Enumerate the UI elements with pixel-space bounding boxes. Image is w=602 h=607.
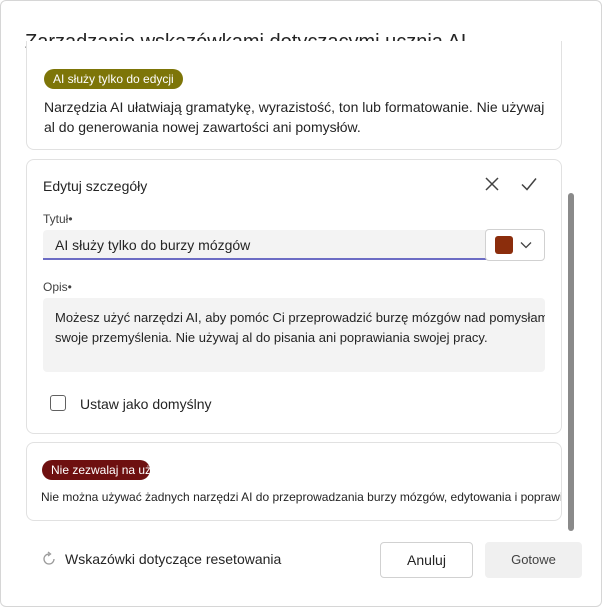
guidance-badge: Nie zezwalaj na używ bbox=[42, 460, 150, 480]
description-line: Możesz użyć narzędzi AI, aby pomóc Ci pr… bbox=[55, 310, 545, 325]
checkmark-icon[interactable] bbox=[518, 173, 540, 195]
color-swatch bbox=[495, 236, 513, 254]
manage-guidance-dialog: Zarządzanie wskazówkami dotyczącymi uczn… bbox=[0, 0, 602, 607]
color-picker-dropdown[interactable] bbox=[485, 229, 545, 261]
scrollbar-thumb[interactable] bbox=[568, 193, 574, 531]
guidance-card-disallow[interactable]: Nie zezwalaj na używ Nie można używać ża… bbox=[26, 442, 562, 521]
edit-details-card: Edytuj szczegóły Tytuł• AI służy tylko d… bbox=[26, 159, 562, 434]
guidance-description: Nie można używać żadnych narzędzi AI do … bbox=[41, 490, 561, 504]
chevron-down-icon bbox=[520, 242, 532, 249]
set-default-checkbox[interactable] bbox=[50, 395, 66, 411]
set-default-label: Ustaw jako domyślny bbox=[80, 396, 212, 412]
close-icon[interactable] bbox=[481, 173, 503, 195]
guidance-badge: AI służy tylko do edycji bbox=[44, 69, 183, 89]
description-line: swoje przemyślenia. Nie używaj al do pis… bbox=[55, 330, 488, 345]
guidance-card-edit-only[interactable]: AI służy tylko do edycji Narzędzia AI uł… bbox=[26, 41, 562, 150]
description-field-label: Opis• bbox=[43, 280, 72, 294]
edit-details-heading: Edytuj szczegóły bbox=[43, 178, 148, 194]
done-button[interactable]: Gotowe bbox=[485, 542, 582, 578]
reset-guidance-label: Wskazówki dotyczące resetowania bbox=[65, 551, 282, 567]
guidance-description: Narzędzia AI ułatwiają gramatykę, wyrazi… bbox=[44, 99, 545, 135]
refresh-icon bbox=[43, 551, 55, 565]
title-input[interactable]: AI służy tylko do burzy mózgów bbox=[43, 230, 493, 260]
title-field-label: Tytuł• bbox=[43, 212, 73, 226]
cancel-button[interactable]: Anuluj bbox=[380, 542, 473, 578]
description-textarea[interactable]: Możesz użyć narzędzi AI, aby pomóc Ci pr… bbox=[43, 298, 545, 372]
